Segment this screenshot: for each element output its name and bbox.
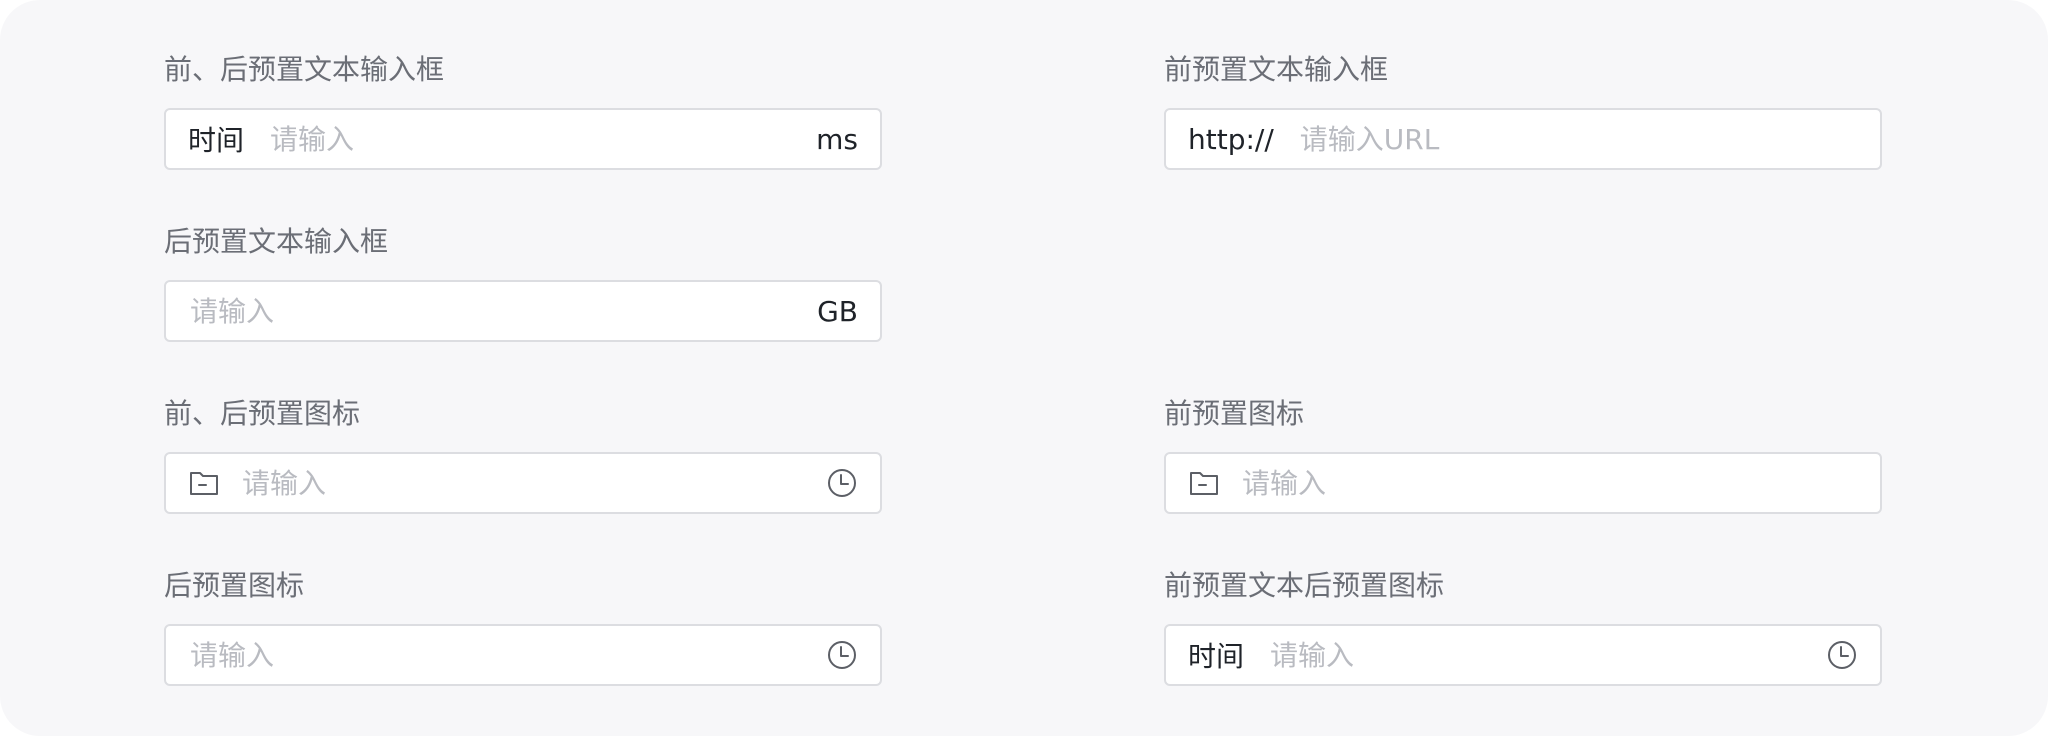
- text-input[interactable]: [270, 119, 817, 159]
- input-group[interactable]: [164, 624, 882, 686]
- folder-icon: [188, 467, 220, 499]
- input-group[interactable]: 时间 ms: [164, 108, 882, 170]
- clock-icon: [826, 467, 858, 499]
- text-input[interactable]: [190, 291, 818, 331]
- input-group[interactable]: [164, 452, 882, 514]
- clock-icon: [826, 639, 858, 671]
- clock-icon: [1826, 639, 1858, 671]
- field-label: 前、后预置文本输入框: [164, 53, 445, 86]
- field-label: 前预置图标: [1164, 397, 1305, 430]
- prefix-text: 时间: [1188, 640, 1245, 673]
- suffix-text: ms: [816, 122, 858, 156]
- suffix-text: GB: [817, 294, 858, 328]
- text-input[interactable]: [242, 463, 826, 503]
- url-input[interactable]: [1299, 119, 1880, 159]
- input-group[interactable]: GB: [164, 280, 882, 342]
- field-label: 前、后预置图标: [164, 397, 361, 430]
- field-label: 后预置文本输入框: [164, 225, 389, 258]
- input-group[interactable]: http://: [1164, 108, 1882, 170]
- field-label: 后预置图标: [164, 569, 305, 602]
- field-label: 前预置文本后预置图标: [1164, 569, 1445, 602]
- text-input[interactable]: [190, 635, 826, 675]
- prefix-text: http://: [1188, 122, 1274, 156]
- demo-panel: 前、后预置文本输入框 时间 ms 前预置文本输入框 http:// 后预置文本输…: [0, 0, 2048, 736]
- folder-icon: [1188, 467, 1220, 499]
- input-group[interactable]: [1164, 452, 1882, 514]
- prefix-text: 时间: [188, 124, 245, 157]
- text-input[interactable]: [1242, 463, 1880, 503]
- field-label: 前预置文本输入框: [1164, 53, 1389, 86]
- input-group[interactable]: 时间: [1164, 624, 1882, 686]
- text-input[interactable]: [1270, 635, 1826, 675]
